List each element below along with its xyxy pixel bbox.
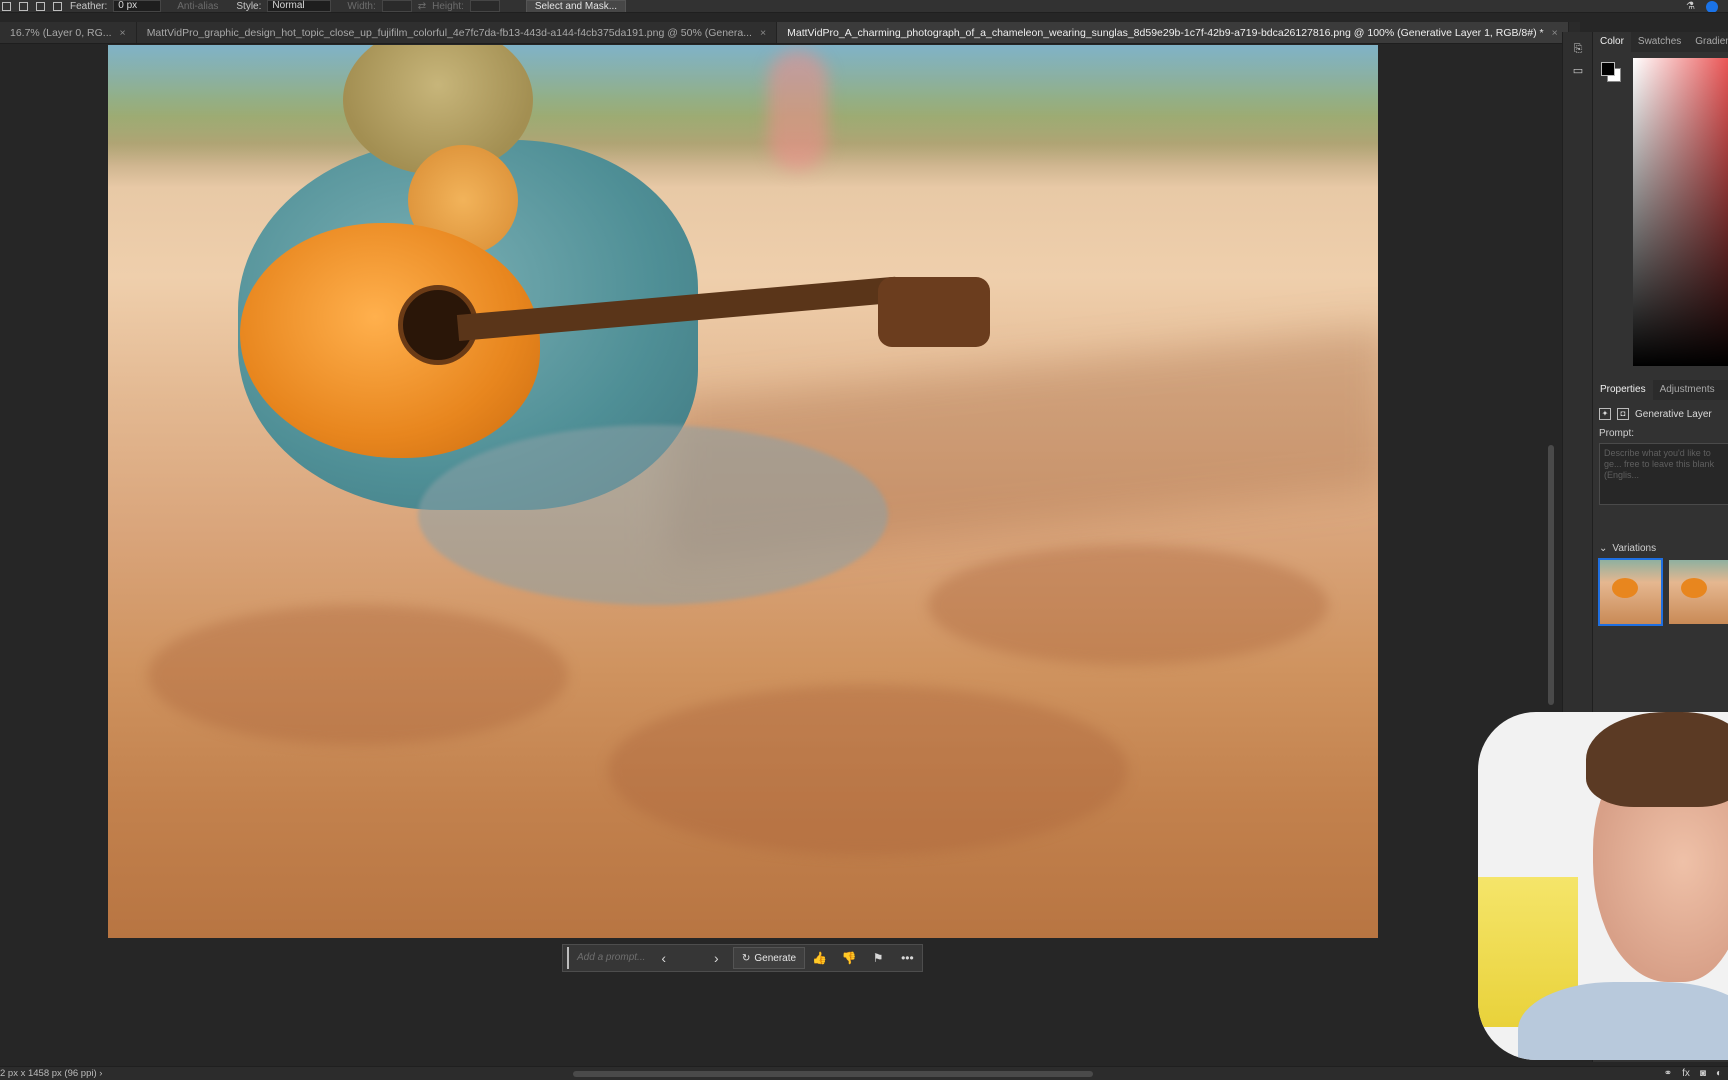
add-mask-icon[interactable]: ◙ <box>1700 1067 1706 1080</box>
sand-dune <box>148 605 568 745</box>
layer-type-row: ✦ ◘ Generative Layer <box>1593 400 1728 420</box>
variations-label: Variations <box>1612 543 1657 554</box>
vertical-scrollbar[interactable] <box>1546 45 1556 715</box>
height-input[interactable] <box>469 0 500 12</box>
style-label: Style: <box>236 0 262 12</box>
account-icon[interactable] <box>1706 0 1718 12</box>
feather-label: Feather: <box>70 0 108 12</box>
options-right: ⚗ <box>1686 0 1718 12</box>
tab-swatches[interactable]: Swatches <box>1631 32 1688 52</box>
mask-icon: ◘ <box>1617 408 1629 420</box>
tab-document-1[interactable]: 16.7% (Layer 0, RG... × <box>0 22 137 43</box>
properties-panel: Properties Adjustments L ✦ ◘ Generative … <box>1593 380 1728 626</box>
webcam-overlay <box>1478 712 1728 1060</box>
background-blur <box>108 45 1378 165</box>
tab-color[interactable]: Color <box>1593 32 1631 52</box>
generate-label: Generate <box>754 952 797 964</box>
swap-icon[interactable]: ⇄ <box>418 0 426 12</box>
flag-icon[interactable]: ⚑ <box>864 951 893 965</box>
width-input[interactable] <box>381 0 412 12</box>
options-bar: Feather: 0 px Anti-alias Style: Normal W… <box>0 0 1728 13</box>
prompt-label: Prompt: <box>1599 428 1635 439</box>
chevron-right-icon[interactable]: › <box>99 1068 102 1079</box>
status-bar: 2 px x 1458 px (96 ppi) › ⚭ fx ◙ ◐ <box>0 1066 1728 1080</box>
document-tabs: 16.7% (Layer 0, RG... × MattVidPro_graph… <box>0 22 1580 44</box>
sand-dune <box>608 685 1128 855</box>
anti-alias-checkbox[interactable]: Anti-alias <box>177 0 218 12</box>
layer-type-label: Generative Layer <box>1635 408 1712 420</box>
height-label: Height: <box>432 0 464 12</box>
tab-label: MattVidPro_graphic_design_hot_topic_clos… <box>146 27 752 39</box>
properties-tabs: Properties Adjustments L <box>1593 380 1728 400</box>
comment-icon[interactable]: ▭ <box>1563 60 1593 82</box>
color-panel-tabs: Color Swatches Gradients <box>1593 32 1728 52</box>
add-selection-icon[interactable] <box>19 1 28 11</box>
intersect-selection-icon[interactable] <box>53 1 62 11</box>
tab-label: MattVidPro_A_charming_photograph_of_a_ch… <box>787 27 1544 39</box>
refresh-icon: ↻ <box>741 952 751 964</box>
width-label: Width: <box>347 0 376 12</box>
tab-properties[interactable]: Properties <box>1593 380 1653 400</box>
horizontal-scrollbar-thumb[interactable] <box>573 1071 1093 1077</box>
adjustment-icon[interactable]: ◐ <box>1716 1067 1722 1080</box>
tab-gradients[interactable]: Gradients <box>1688 32 1728 52</box>
dimensions-text: 2 px x 1458 px (96 ppi) <box>0 1068 97 1079</box>
chevron-left-icon[interactable]: ‹ <box>651 950 676 966</box>
generate-button[interactable]: ↻ Generate <box>732 947 806 969</box>
prompt-textarea[interactable]: Describe what you'd like to ge... free t… <box>1599 443 1728 505</box>
webcam-person-hair <box>1586 712 1728 807</box>
prompt-input[interactable]: Add a prompt... <box>567 947 651 969</box>
chevron-down-icon: ⌄ <box>1599 543 1608 554</box>
sand-dune <box>928 545 1328 665</box>
thumbs-down-icon[interactable]: 👎 <box>834 951 863 965</box>
photoshop-window: Feather: 0 px Anti-alias Style: Normal W… <box>0 0 1728 1080</box>
canvas-image[interactable] <box>108 45 1378 938</box>
select-and-mask-button[interactable]: Select and Mask... <box>525 0 627 12</box>
scrollbar-thumb[interactable] <box>1548 445 1554 705</box>
link-icon[interactable]: ⚭ <box>1664 1067 1672 1080</box>
close-icon[interactable]: × <box>1552 22 1558 43</box>
variation-thumbnail[interactable] <box>1598 558 1663 626</box>
close-icon[interactable]: × <box>120 22 126 43</box>
panel-icon-strip: ⎘ ▭ <box>1562 32 1592 712</box>
fx-icon[interactable]: fx <box>1682 1067 1690 1080</box>
tab-document-3[interactable]: MattVidPro_A_charming_photograph_of_a_ch… <box>777 22 1569 43</box>
webcam-person-shirt <box>1518 982 1728 1060</box>
selection-mode-icon[interactable] <box>2 1 11 11</box>
color-picker-field[interactable] <box>1633 58 1728 366</box>
guitar-headstock <box>878 277 990 347</box>
tab-libraries[interactable]: L <box>1722 380 1728 400</box>
close-icon[interactable]: × <box>760 22 766 43</box>
history-icon[interactable]: ⎘ <box>1563 38 1593 60</box>
tab-adjustments[interactable]: Adjustments <box>1653 380 1722 400</box>
foreground-color-swatch[interactable] <box>1601 62 1615 76</box>
thumbs-up-icon[interactable]: 👍 <box>805 951 834 965</box>
chameleon-legs <box>418 425 888 605</box>
feather-input[interactable]: 0 px <box>113 0 162 12</box>
background-figure <box>768 50 828 170</box>
document-dimensions[interactable]: 2 px x 1458 px (96 ppi) › <box>0 1067 102 1080</box>
thumbnail-guitar <box>1612 578 1638 598</box>
tab-label: 16.7% (Layer 0, RG... <box>10 27 112 39</box>
tab-document-2[interactable]: MattVidPro_graphic_design_hot_topic_clos… <box>136 22 778 43</box>
layer-actions: ⚭ fx ◙ ◐ <box>1664 1067 1722 1080</box>
variations-list <box>1593 558 1728 626</box>
thumbnail-guitar <box>1680 578 1707 598</box>
subtract-selection-icon[interactable] <box>36 1 45 11</box>
chevron-right-icon[interactable]: › <box>704 950 729 966</box>
color-swatches[interactable] <box>1601 62 1623 84</box>
flask-icon[interactable]: ⚗ <box>1686 1 1696 12</box>
generative-task-bar: Add a prompt... ‹ › ↻ Generate 👍 👎 ⚑ ••• <box>562 944 923 972</box>
more-options-icon[interactable]: ••• <box>893 951 922 965</box>
variation-thumbnail[interactable] <box>1668 560 1728 624</box>
variations-header[interactable]: ⌄ Variations <box>1593 505 1728 560</box>
generative-layer-icon: ✦ <box>1599 408 1611 420</box>
style-select[interactable]: Normal <box>267 0 332 12</box>
